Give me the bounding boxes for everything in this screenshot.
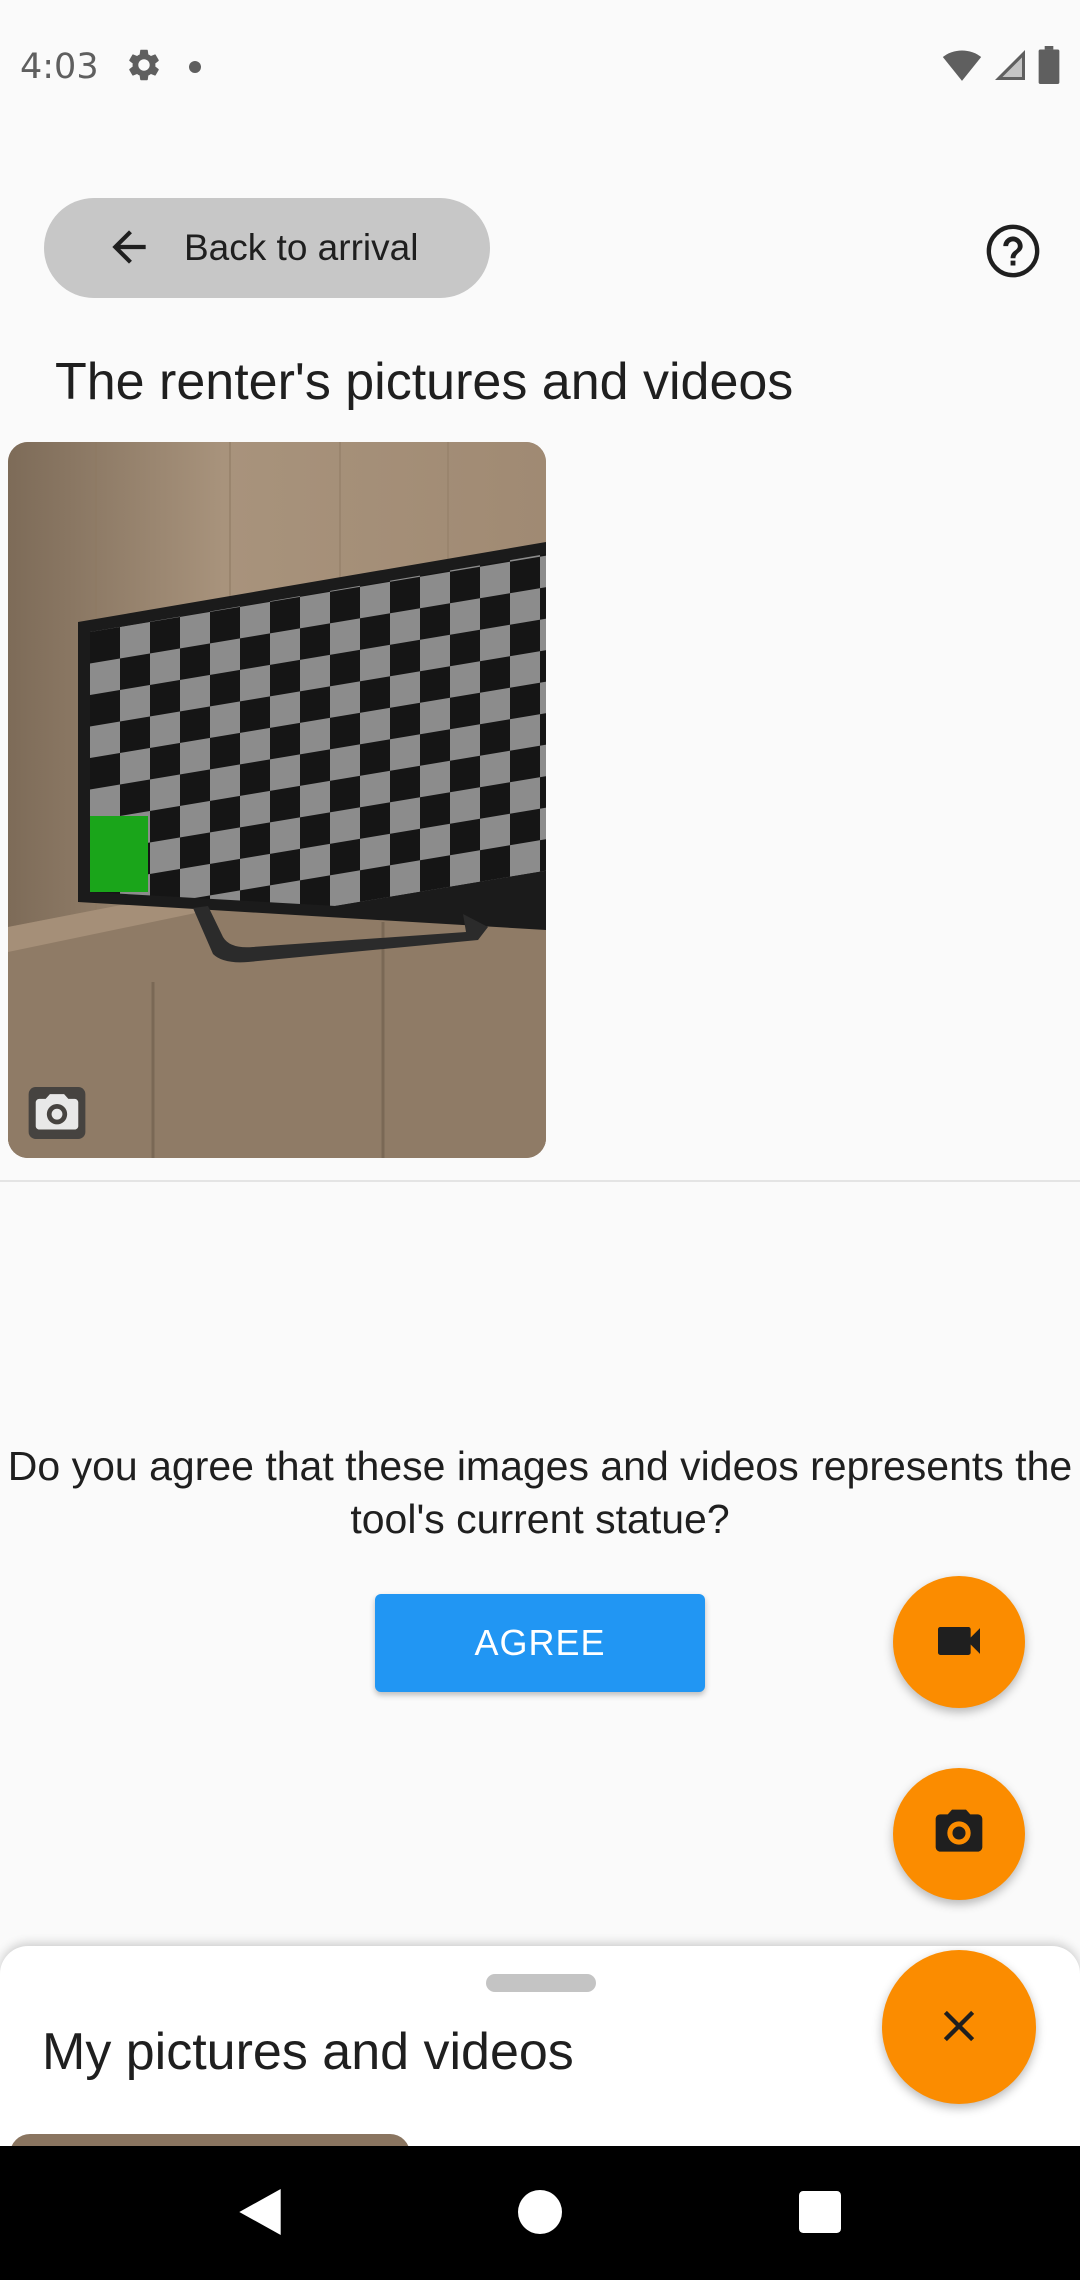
videocam-icon: [931, 1613, 987, 1672]
my-photo-thumbnail[interactable]: [10, 2134, 410, 2146]
section-title: The renter's pictures and videos: [55, 353, 794, 411]
status-right: [942, 45, 1060, 89]
agreement-question: Do you agree that these images and video…: [7, 1443, 1073, 1542]
back-to-arrival-button[interactable]: Back to arrival: [44, 198, 490, 298]
camera-icon: [28, 1087, 86, 1139]
renter-photo-thumbnail[interactable]: [8, 442, 546, 1158]
record-video-button[interactable]: [893, 1576, 1025, 1708]
help-button[interactable]: [984, 222, 1042, 280]
nav-home-icon: [518, 2189, 562, 2237]
agree-button[interactable]: AGREE: [375, 1594, 705, 1692]
sheet-drag-handle[interactable]: [486, 1974, 596, 1992]
photo-image: [8, 442, 546, 1158]
status-bar: 4:03: [0, 0, 1080, 134]
back-button-label: Back to arrival: [184, 227, 419, 268]
take-photo-button[interactable]: [893, 1768, 1025, 1900]
nav-back-button[interactable]: [215, 2168, 305, 2258]
camera-icon: [931, 1805, 987, 1864]
notification-dot: [188, 61, 201, 73]
arrow-left-icon: [104, 222, 154, 275]
status-left: 4:03: [20, 46, 201, 89]
nav-back-icon: [237, 2186, 283, 2241]
close-fab-menu-button[interactable]: [882, 1950, 1036, 2104]
gear-icon: [125, 46, 163, 89]
status-time: 4:03: [20, 47, 99, 87]
battery-icon: [1038, 45, 1060, 89]
close-icon: [933, 2000, 985, 2055]
help-circle-icon: [984, 224, 1042, 283]
nav-home-button[interactable]: [495, 2168, 585, 2258]
nav-recents-icon: [799, 2190, 841, 2236]
navigation-bar: [0, 2146, 1080, 2280]
sheet-title: My pictures and videos: [42, 2023, 574, 2081]
section-divider: [0, 1180, 1080, 1182]
wifi-icon: [942, 48, 982, 87]
nav-recents-button[interactable]: [775, 2168, 865, 2258]
signal-icon: [992, 47, 1028, 88]
